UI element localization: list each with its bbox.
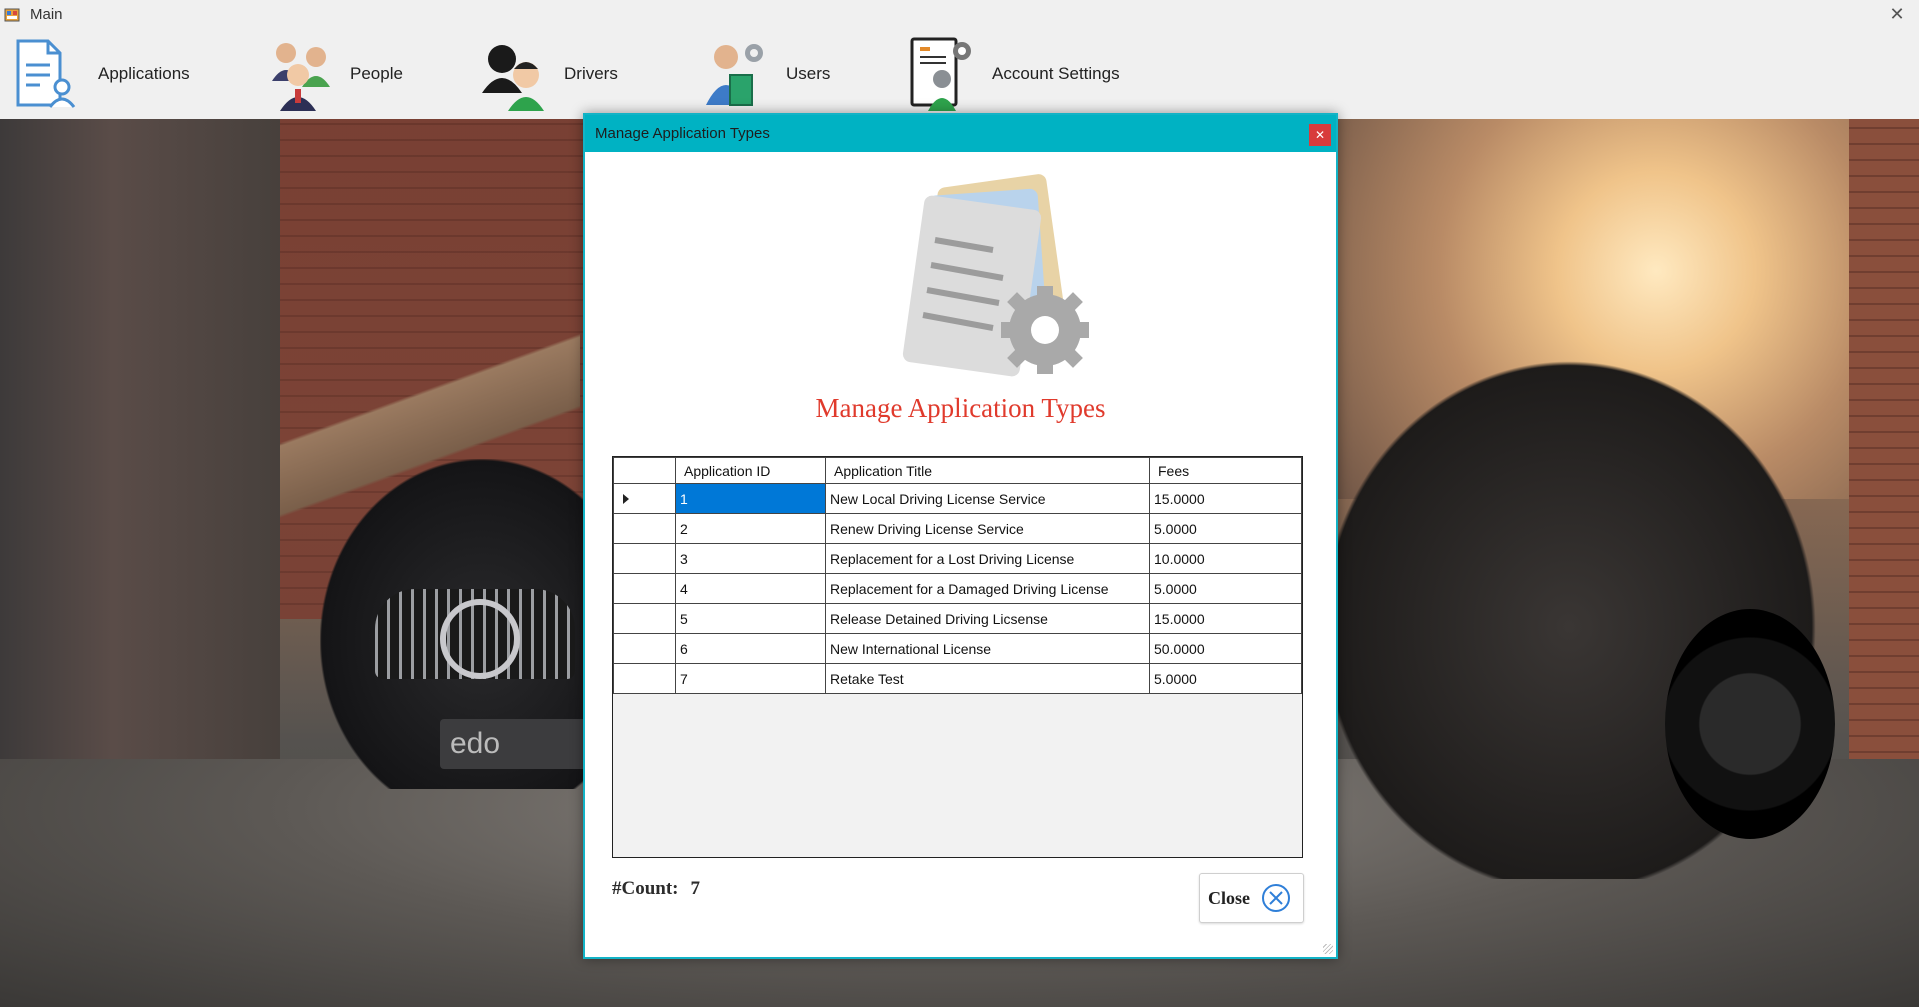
cell-application-id[interactable]: 5 <box>675 603 826 634</box>
table-row[interactable]: 7 Retake Test 5.0000 <box>613 663 1302 694</box>
cell-application-id[interactable]: 3 <box>675 543 826 574</box>
row-header[interactable] <box>613 573 676 604</box>
car-badge-icon <box>440 599 520 679</box>
cell-fees[interactable]: 15.0000 <box>1149 483 1302 514</box>
grid-table: Application ID Application Title Fees 1 … <box>613 457 1302 694</box>
main-menu: Applications People Drivers Users Accoun… <box>0 29 1919 119</box>
menu-item-drivers[interactable]: Drivers <box>478 29 618 119</box>
menu-item-label: Applications <box>98 64 190 83</box>
dialog-close-button[interactable]: ✕ <box>1309 124 1331 146</box>
table-row[interactable]: 4 Replacement for a Damaged Driving Lice… <box>613 573 1302 604</box>
dialog-title: Manage Application Types <box>595 125 770 142</box>
cell-fees[interactable]: 5.0000 <box>1149 513 1302 544</box>
close-button[interactable]: Close <box>1199 873 1304 923</box>
menu-item-label: Account Settings <box>992 64 1120 83</box>
menu-item-label: Users <box>786 64 831 83</box>
document-settings-icon <box>885 170 1105 395</box>
table-row[interactable]: 6 New International License 50.0000 <box>613 633 1302 664</box>
menu-item-label: People <box>350 64 403 83</box>
cell-application-title[interactable]: Release Detained Driving Licsense <box>825 603 1150 634</box>
grid-header-row: Application ID Application Title Fees <box>613 457 1302 484</box>
cell-application-title[interactable]: Replacement for a Damaged Driving Licens… <box>825 573 1150 604</box>
application-types-grid[interactable]: Application ID Application Title Fees 1 … <box>612 456 1303 858</box>
table-row[interactable]: 3 Replacement for a Lost Driving License… <box>613 543 1302 574</box>
users-icon <box>700 35 776 113</box>
car-wheel <box>1665 609 1835 839</box>
row-header[interactable] <box>613 513 676 544</box>
menu-item-label: Drivers <box>564 64 618 83</box>
cell-fees[interactable]: 5.0000 <box>1149 573 1302 604</box>
close-icon: ✕ <box>1314 128 1326 142</box>
cell-fees[interactable]: 15.0000 <box>1149 603 1302 634</box>
cell-fees[interactable]: 5.0000 <box>1149 663 1302 694</box>
row-header[interactable] <box>613 483 676 514</box>
count-label: #Count: <box>612 878 679 899</box>
column-header-application-title[interactable]: Application Title <box>825 457 1150 484</box>
manage-application-types-dialog: Manage Application Types ✕ Manage Applic… <box>583 113 1338 959</box>
dialog-heading: Manage Application Types <box>815 393 1106 423</box>
car-plate: edo <box>440 719 590 769</box>
cell-application-id[interactable]: 2 <box>675 513 826 544</box>
record-count: #Count: 7 <box>612 878 700 900</box>
cell-application-id[interactable]: 1 <box>675 483 826 514</box>
table-row[interactable]: 2 Renew Driving License Service 5.0000 <box>613 513 1302 544</box>
menu-item-account-settings[interactable]: Account Settings <box>906 29 1120 119</box>
cell-fees[interactable]: 10.0000 <box>1149 543 1302 574</box>
cell-fees[interactable]: 50.0000 <box>1149 633 1302 664</box>
dialog-header: Manage Application Types ✕ <box>585 115 1336 152</box>
window-titlebar: Main ✕ <box>0 0 1919 29</box>
menu-item-people[interactable]: People <box>264 29 403 119</box>
resize-grip[interactable] <box>1323 944 1333 954</box>
close-button-label: Close <box>1208 887 1250 908</box>
close-circle-icon <box>1262 884 1290 912</box>
menu-item-users[interactable]: Users <box>700 29 830 119</box>
drivers-icon <box>478 35 554 113</box>
app-icon <box>4 7 20 23</box>
people-icon <box>264 35 340 113</box>
close-icon: ✕ <box>1889 3 1905 24</box>
cell-application-title[interactable]: Retake Test <box>825 663 1150 694</box>
window-title: Main <box>30 6 63 23</box>
menu-item-applications[interactable]: Applications <box>12 29 190 119</box>
cell-application-title[interactable]: New International License <box>825 633 1150 664</box>
count-value: 7 <box>690 878 701 899</box>
car-side <box>1335 319 1855 879</box>
table-row[interactable]: 1 New Local Driving License Service 15.0… <box>613 483 1302 514</box>
row-header[interactable] <box>613 663 676 694</box>
row-header[interactable] <box>613 633 676 664</box>
current-row-arrow-icon <box>623 494 629 504</box>
cell-application-title[interactable]: New Local Driving License Service <box>825 483 1150 514</box>
table-row[interactable]: 5 Release Detained Driving Licsense 15.0… <box>613 603 1302 634</box>
account-settings-icon <box>906 35 982 113</box>
column-header-application-id[interactable]: Application ID <box>675 457 826 484</box>
window-close-button[interactable]: ✕ <box>1885 3 1909 25</box>
car-front: edo <box>320 459 590 789</box>
cell-application-title[interactable]: Replacement for a Lost Driving License <box>825 543 1150 574</box>
grid-corner-header <box>613 457 676 484</box>
applications-icon <box>12 35 88 113</box>
row-header[interactable] <box>613 543 676 574</box>
cell-application-id[interactable]: 7 <box>675 663 826 694</box>
cell-application-id[interactable]: 4 <box>675 573 826 604</box>
cell-application-title[interactable]: Renew Driving License Service <box>825 513 1150 544</box>
row-header[interactable] <box>613 603 676 634</box>
column-header-fees[interactable]: Fees <box>1149 457 1302 484</box>
cell-application-id[interactable]: 6 <box>675 633 826 664</box>
